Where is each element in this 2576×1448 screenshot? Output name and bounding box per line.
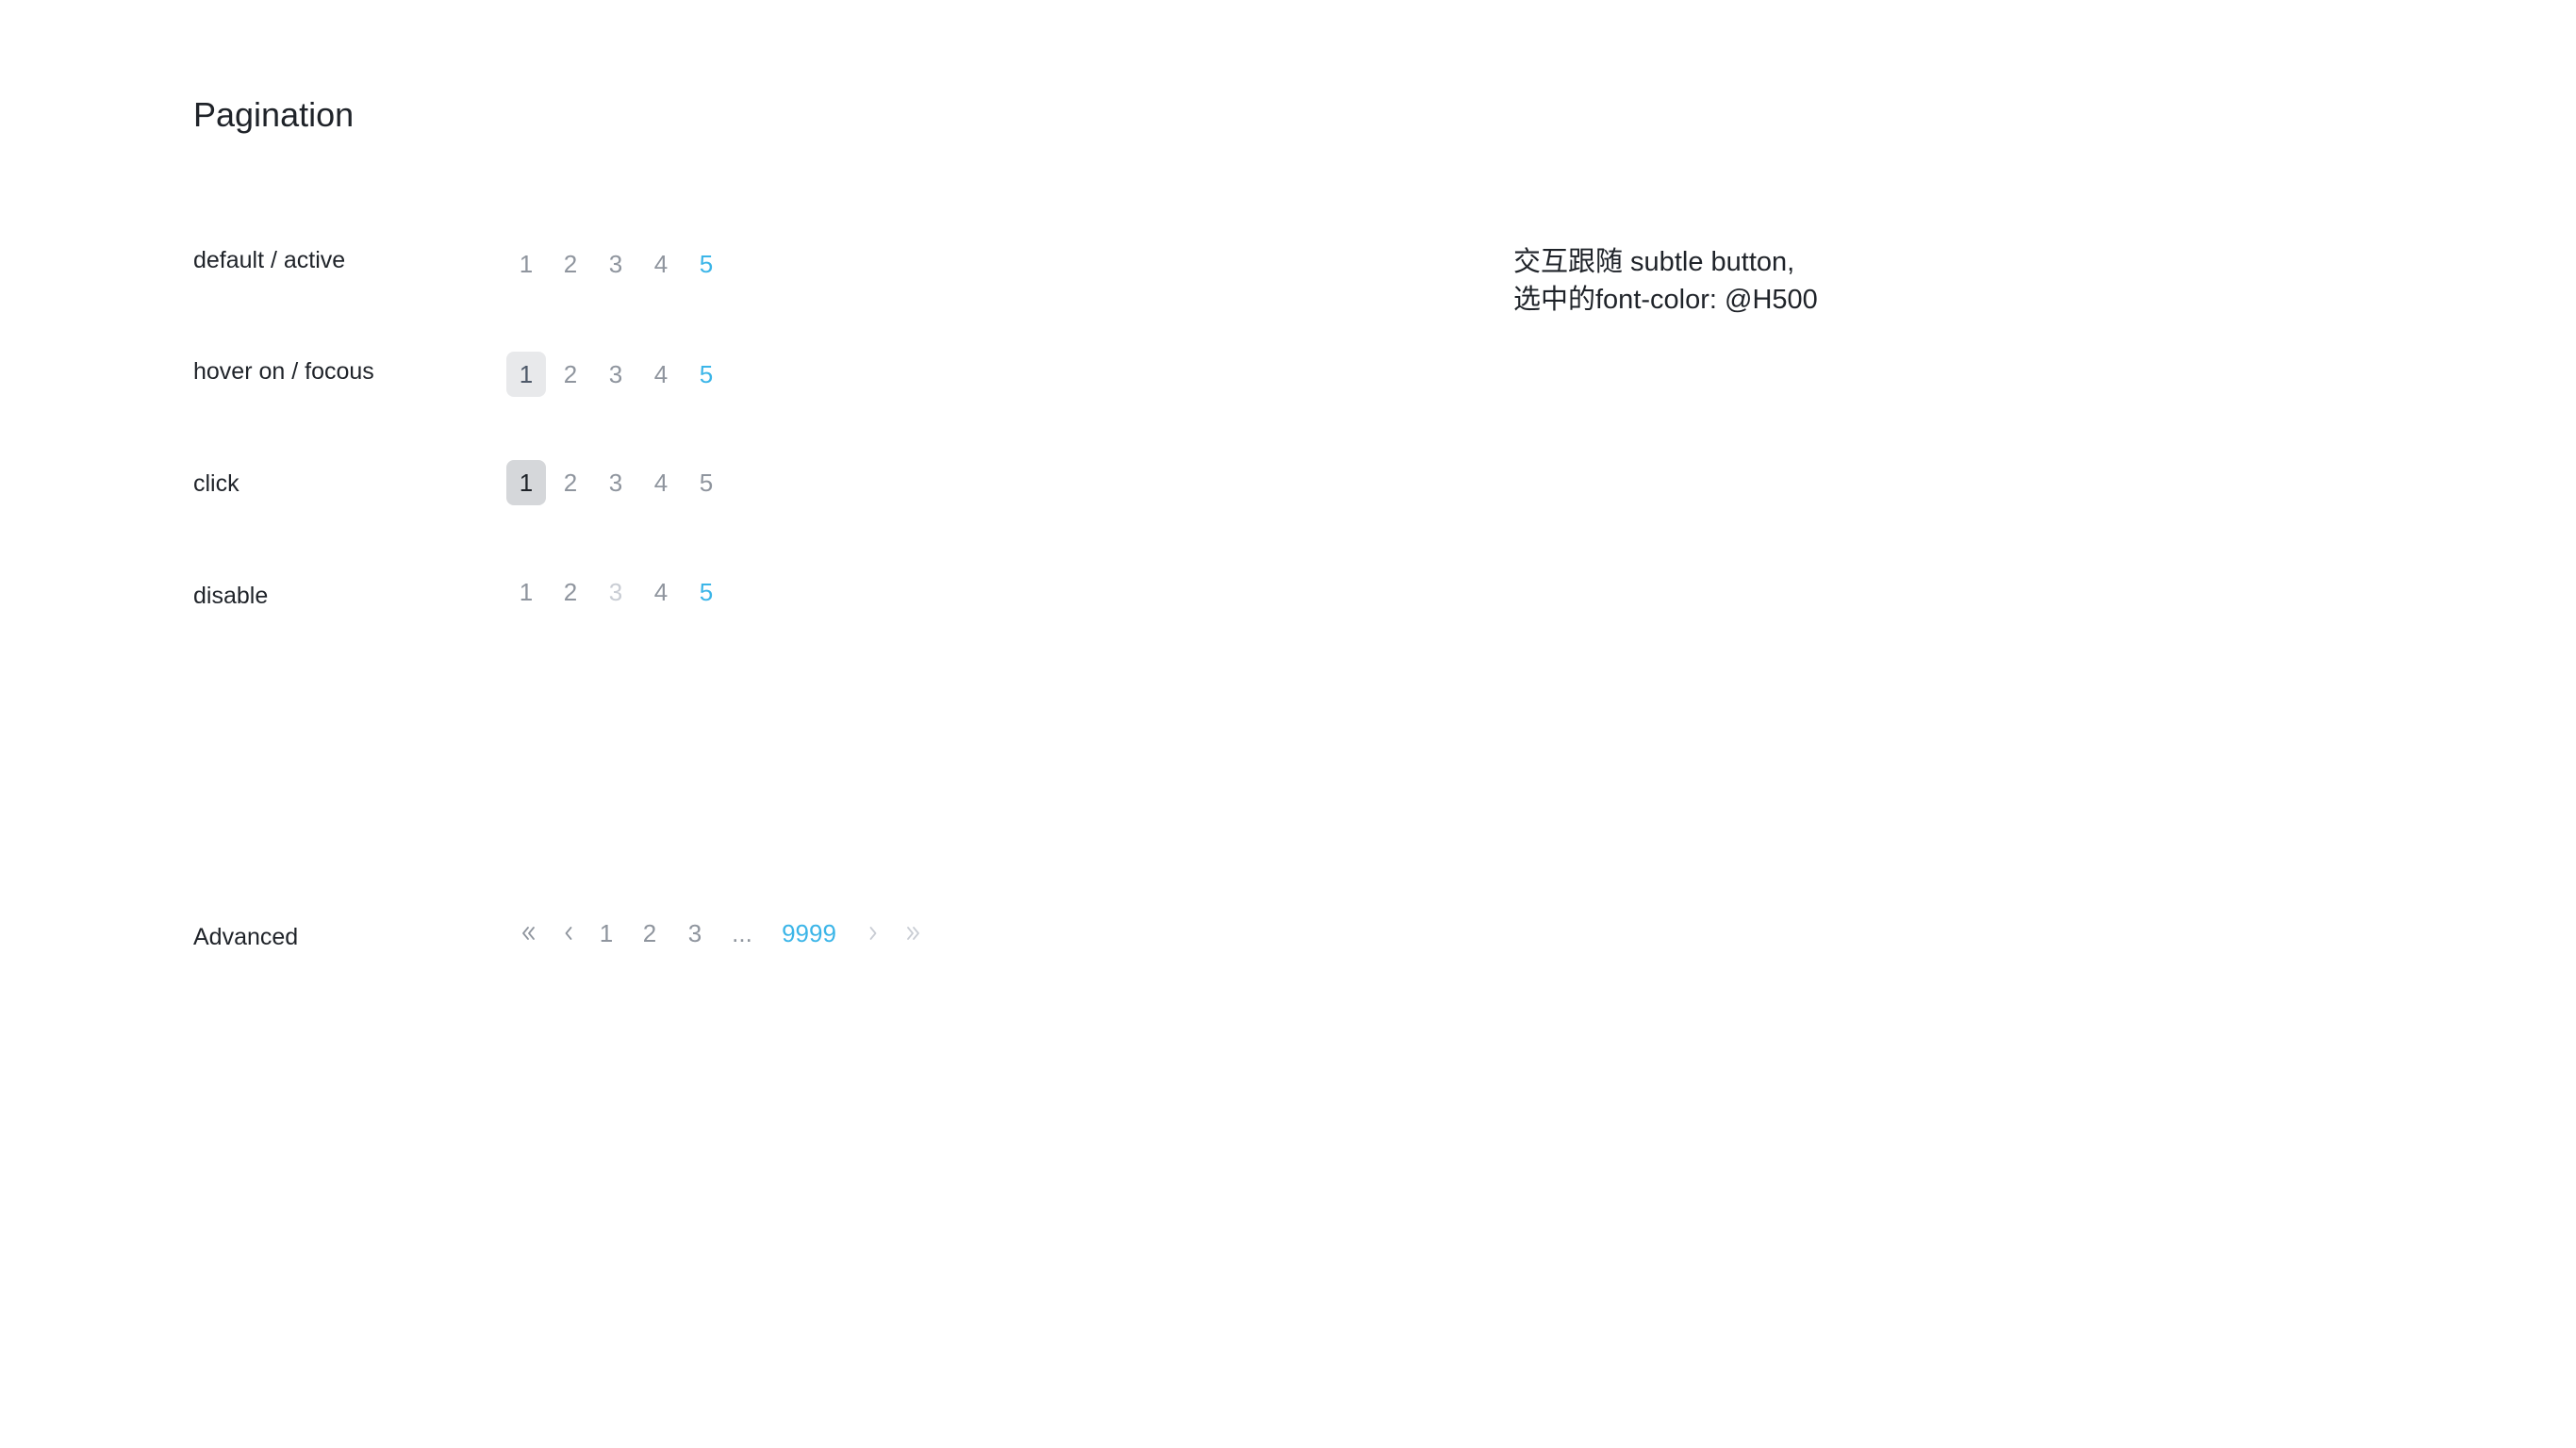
design-note-line-1: 交互跟随 subtle button, (1513, 247, 1795, 277)
chevron-left-icon[interactable] (549, 911, 588, 956)
page-item-4[interactable]: 4 (641, 241, 681, 287)
page-item-5[interactable]: 5 (686, 460, 726, 505)
page-item-5-active[interactable]: 5 (686, 352, 726, 397)
page-item-2[interactable]: 2 (551, 460, 590, 505)
page-item-4[interactable]: 4 (641, 352, 681, 397)
page-item-1-pressed[interactable]: 1 (506, 460, 546, 505)
page-item-3[interactable]: 3 (596, 241, 636, 287)
page-item-4[interactable]: 4 (641, 460, 681, 505)
row-label-hover: hover on / focous (193, 358, 374, 385)
row-label-default: default / active (193, 247, 346, 273)
page-item-2[interactable]: 2 (551, 352, 590, 397)
page-item-5-active[interactable]: 5 (686, 241, 726, 287)
page-item-3-disabled: 3 (608, 578, 623, 606)
page-item-2[interactable]: 2 (551, 569, 590, 615)
page-item-1[interactable]: 1 (506, 569, 546, 615)
page-item-2[interactable]: 2 (551, 241, 590, 287)
design-note-line-2: 选中的font-color: @H500 (1513, 285, 1818, 315)
page-item-last-active[interactable]: 9999 (769, 911, 849, 956)
page-item-1[interactable]: 1 (586, 911, 626, 956)
page-item-3[interactable]: 3 (596, 460, 636, 505)
page-item-4[interactable]: 4 (641, 569, 681, 615)
double-chevron-right-icon[interactable] (893, 911, 933, 956)
design-note: 交互跟随 subtle button, 选中的font-color: @H500 (1513, 243, 1818, 319)
row-label-click: click (193, 470, 239, 497)
page-item-3[interactable]: 3 (596, 352, 636, 397)
double-chevron-left-icon[interactable] (509, 911, 549, 956)
page-item-2[interactable]: 2 (630, 911, 669, 956)
page-item-1[interactable]: 1 (506, 241, 546, 287)
page-item-3[interactable]: 3 (675, 911, 715, 956)
page-item-5-active[interactable]: 5 (686, 569, 726, 615)
page-ellipsis[interactable]: ... (722, 911, 762, 956)
row-label-disable: disable (193, 583, 269, 609)
page-item-1-hover[interactable]: 1 (506, 352, 546, 397)
row-label-advanced: Advanced (193, 924, 299, 950)
page-title: Pagination (193, 95, 355, 134)
chevron-right-icon[interactable] (853, 911, 893, 956)
